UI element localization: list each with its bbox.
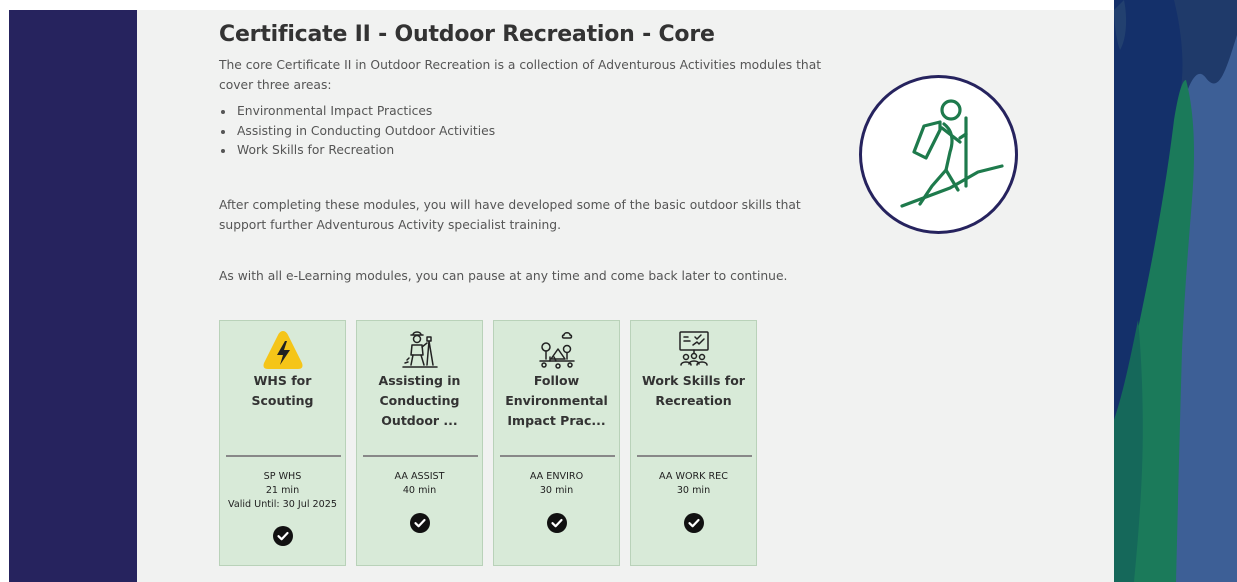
main-content: Certificate II - Outdoor Recreation - Co…: [137, 10, 1114, 582]
right-decor-band: [1114, 0, 1237, 582]
module-meta: AA WORK REC 30 min: [633, 470, 754, 498]
module-card-enviro[interactable]: Follow Environmental Impact Prac... AA E…: [493, 320, 620, 566]
completion-paragraph: After completing these modules, you will…: [219, 198, 801, 232]
module-title: Assisting in Conducting Outdoor ...: [378, 373, 461, 428]
module-title: WHS for Scouting: [251, 373, 314, 408]
module-card-work-rec[interactable]: Work Skills for Recreation AA WORK REC 3…: [630, 320, 757, 566]
areas-list: Environmental Impact Practices Assisting…: [219, 102, 495, 161]
module-duration: 21 min: [265, 485, 300, 496]
warning-lightning-icon: [260, 327, 306, 373]
pause-paragraph: As with all e-Learning modules, you can …: [219, 269, 788, 283]
module-title: Work Skills for Recreation: [642, 373, 745, 408]
check-circle-icon: [547, 513, 567, 533]
module-code: SP WHS: [263, 471, 302, 482]
check-circle-icon: [273, 526, 293, 546]
hiker-icon: [859, 75, 1018, 234]
page-title: Certificate II - Outdoor Recreation - Co…: [219, 22, 715, 47]
module-duration: 30 min: [676, 485, 711, 496]
module-duration: 40 min: [402, 485, 437, 496]
module-code: AA ENVIRO: [529, 471, 584, 482]
module-duration: 30 min: [539, 485, 574, 496]
surveyor-icon: [397, 327, 443, 373]
card-divider: [363, 455, 478, 457]
card-divider: [226, 455, 341, 457]
area-item: Environmental Impact Practices: [235, 102, 495, 122]
module-meta: AA ASSIST 40 min: [359, 470, 480, 498]
module-card-assist[interactable]: Assisting in Conducting Outdoor ... AA A…: [356, 320, 483, 566]
camp-trees-icon: [534, 327, 580, 373]
module-card-whs[interactable]: WHS for Scouting SP WHS 21 min Valid Unt…: [219, 320, 346, 566]
intro-paragraph: The core Certificate II in Outdoor Recre…: [219, 58, 822, 92]
area-item: Work Skills for Recreation: [235, 141, 495, 161]
module-code: AA ASSIST: [394, 471, 445, 482]
card-divider: [637, 455, 752, 457]
left-decor-band: [9, 10, 137, 582]
card-divider: [500, 455, 615, 457]
team-board-icon: [671, 327, 717, 373]
module-meta: AA ENVIRO 30 min: [496, 470, 617, 498]
check-circle-icon: [410, 513, 430, 533]
module-valid-until: Valid Until: 30 Jul 2025: [228, 499, 337, 510]
module-meta: SP WHS 21 min Valid Until: 30 Jul 2025: [222, 470, 343, 512]
module-title: Follow Environmental Impact Prac...: [505, 373, 608, 428]
module-code: AA WORK REC: [659, 471, 728, 482]
area-item: Assisting in Conducting Outdoor Activiti…: [235, 122, 495, 142]
check-circle-icon: [684, 513, 704, 533]
